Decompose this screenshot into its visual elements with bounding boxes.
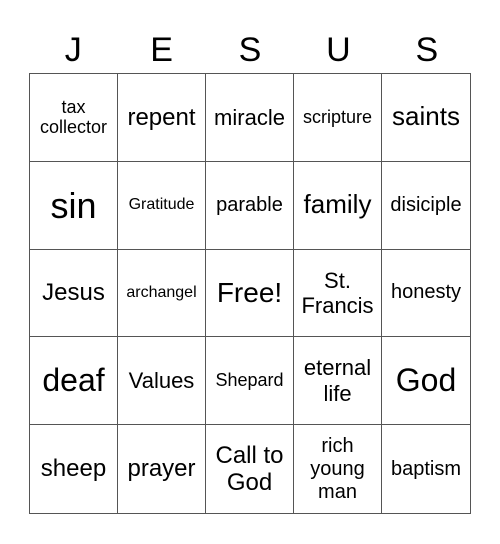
bingo-cell[interactable]: Gratitude	[118, 161, 206, 250]
bingo-cell[interactable]: disiciple	[382, 162, 470, 250]
header-letter: J	[64, 31, 82, 69]
bingo-grid: tax collector repent miracle scripture s…	[29, 73, 471, 514]
bingo-cell[interactable]: God	[382, 337, 470, 426]
free-space[interactable]: Free!	[206, 249, 294, 338]
bingo-cell[interactable]: parable	[206, 161, 294, 250]
bingo-cell[interactable]: deaf	[30, 337, 118, 426]
bingo-cell[interactable]: saints	[382, 74, 470, 162]
bingo-cell[interactable]: archangel	[118, 249, 206, 338]
bingo-cell[interactable]: Call to God	[206, 425, 294, 513]
bingo-cell[interactable]: sin	[30, 161, 118, 250]
bingo-cell[interactable]: miracle	[206, 74, 294, 162]
bingo-cell[interactable]: honesty	[382, 250, 470, 338]
bingo-cell[interactable]: Jesus	[30, 249, 118, 338]
bingo-cell[interactable]: rich young man	[294, 425, 382, 513]
bingo-cell[interactable]: repent	[118, 74, 206, 162]
bingo-cell[interactable]: tax collector	[30, 74, 118, 162]
bingo-cell[interactable]: sheep	[30, 425, 118, 513]
bingo-cell[interactable]: prayer	[118, 425, 206, 513]
bingo-header: J E S U S	[29, 28, 471, 72]
bingo-cell[interactable]: Values	[118, 337, 206, 426]
bingo-cell[interactable]: eternal life	[294, 337, 382, 426]
bingo-cell[interactable]: St. Francis	[294, 249, 382, 338]
bingo-cell[interactable]: baptism	[382, 425, 470, 513]
header-letter: E	[150, 31, 173, 69]
bingo-cell[interactable]: Shepard	[206, 337, 294, 426]
header-letter: S	[415, 31, 439, 69]
bingo-cell[interactable]: scripture	[294, 74, 382, 162]
header-letter: U	[326, 31, 351, 69]
bingo-cell[interactable]: family	[294, 161, 382, 250]
header-letter: S	[238, 31, 262, 69]
